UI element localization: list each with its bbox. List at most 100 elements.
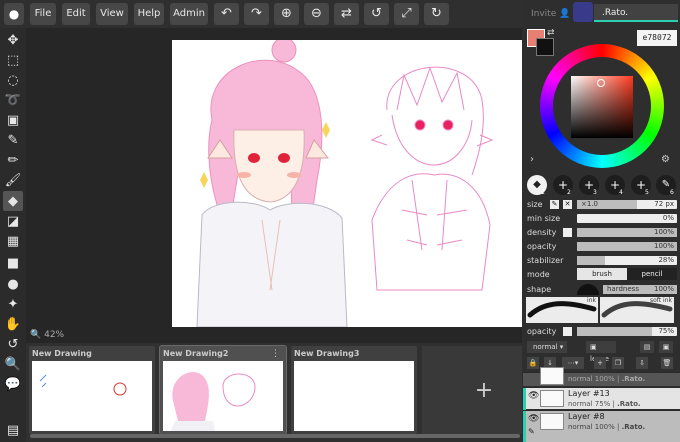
secondary-color-swatch[interactable] [536, 38, 554, 56]
min-size-slider[interactable]: 0% [577, 214, 677, 223]
flip-icon[interactable]: ⇄ [334, 3, 359, 25]
tip-soft-label: soft ink [649, 297, 672, 304]
user-name[interactable]: .Rato. [594, 4, 678, 22]
layer-name: Layer #13 [568, 389, 610, 398]
pressure-size-icon[interactable]: ✎ [550, 200, 559, 209]
size-value: 72 px [654, 200, 674, 208]
layer-meta: normal 100% | .Rato. [568, 423, 646, 431]
drawing-canvas[interactable] [172, 40, 522, 327]
zoom-out-icon[interactable]: ⊖ [304, 3, 329, 25]
avatar[interactable] [573, 2, 593, 22]
more-options-icon[interactable]: ⋮ [271, 349, 280, 359]
min-size-label: min size [527, 214, 561, 223]
eyedropper-icon[interactable]: ✎ [3, 130, 23, 150]
move-tool-icon[interactable]: ✥ [3, 30, 23, 50]
rotate-view-icon[interactable]: ↺ [3, 334, 23, 354]
close-icon[interactable]: ✕ [563, 200, 572, 209]
fill-bucket-icon[interactable]: ◪ [3, 211, 23, 231]
mode-pencil-button[interactable]: pencil [627, 268, 677, 280]
stabilizer-slider[interactable]: 28% [577, 256, 677, 265]
admin-menu[interactable]: Admin [170, 3, 208, 25]
hand-icon[interactable]: ✋ [3, 314, 23, 334]
new-layer-icon[interactable]: ▣ [659, 341, 673, 353]
tool-sidebar: ✥ ⬚ ◌ ➰ ▣ ✎ ✏ 🖌 ◆ ◪ ▦ ■ ● ✦ ✋ ↺ 🔍 💬 ▤ [0, 28, 26, 442]
more-icon[interactable]: ⋯▾ [562, 357, 584, 369]
rectangle-icon[interactable]: ■ [3, 253, 23, 273]
file-menu[interactable]: File [30, 3, 56, 25]
zoom-indicator: 🔍 42% [30, 330, 64, 340]
eraser-icon[interactable]: ◆ [3, 191, 23, 211]
layer-opacity-checkbox[interactable] [563, 327, 572, 336]
help-menu[interactable]: Help [134, 3, 164, 25]
mode-brush-button[interactable]: brush [577, 268, 627, 280]
invite-link[interactable]: Invite 👤 [531, 9, 570, 19]
add-layer-icon[interactable]: + [594, 357, 606, 369]
hardness-label: hardness [607, 285, 639, 293]
density-checkbox[interactable] [563, 228, 572, 237]
leave-button[interactable]: ▣ leave [586, 341, 616, 363]
layer-opacity-label: opacity [527, 327, 557, 336]
rect-select-icon[interactable]: ⬚ [3, 50, 23, 70]
blend-mode-select[interactable]: normal ▾ [527, 341, 567, 353]
drawing-card-active[interactable]: New Drawing2 ⋮ [159, 345, 287, 435]
eye-icon[interactable]: 👁 [528, 391, 539, 401]
undo-icon[interactable]: ↶ [214, 3, 239, 25]
refresh-icon[interactable]: ↻ [424, 3, 449, 25]
layer-menu-icon[interactable]: ▤ [640, 341, 654, 353]
mode-label: mode [527, 270, 550, 279]
add-user-icon: 👤 [559, 9, 571, 19]
fullscreen-icon[interactable]: ⤢ [394, 3, 419, 25]
gradient-icon[interactable]: ▦ [3, 231, 23, 251]
layer-opacity-slider[interactable]: 75% [577, 327, 677, 336]
drawing-card[interactable]: New Drawing [29, 346, 155, 434]
chevron-right-icon[interactable]: › [530, 154, 534, 165]
drawing-thumbnail [294, 361, 414, 431]
layer-row-active[interactable]: 👁 Layer #13 normal 75% | .Rato. [523, 387, 680, 410]
drawing-title: New Drawing2 [163, 349, 229, 358]
layer-thumbnail [540, 390, 564, 407]
swap-colors-icon[interactable]: ⇄ [547, 28, 555, 38]
eye-icon[interactable]: 👁 [528, 414, 539, 424]
drawing-thumbnail [163, 361, 283, 431]
redo-icon[interactable]: ↷ [244, 3, 269, 25]
duplicate-icon[interactable]: ❐ [612, 357, 624, 369]
rotate-icon[interactable]: ↺ [364, 3, 389, 25]
opacity-value: 100% [653, 242, 674, 250]
density-value: 100% [653, 228, 674, 236]
view-menu[interactable]: View [96, 3, 128, 25]
shape-icon[interactable]: ✦ [3, 294, 23, 314]
zoom-in-icon[interactable]: ⊕ [274, 3, 299, 25]
gear-icon[interactable]: ⚙ [661, 154, 670, 165]
ellipse-select-icon[interactable]: ◌ [3, 70, 23, 90]
comment-icon[interactable]: 💬 [3, 374, 23, 394]
app-logo[interactable]: ● [4, 3, 24, 25]
brush-icon[interactable]: 🖌 [3, 170, 23, 190]
drawing-card[interactable]: New Drawing3 [291, 346, 417, 434]
slot-number: 1 [541, 189, 545, 196]
hardness-slider[interactable]: hardness 100% [603, 285, 677, 294]
circle-icon[interactable]: ● [3, 274, 23, 294]
edit-menu[interactable]: Edit [62, 3, 90, 25]
drawings-scrollbar[interactable] [30, 434, 520, 438]
density-slider[interactable]: 100% [577, 228, 677, 237]
slot-number: 6 [670, 189, 674, 196]
transform-icon[interactable]: ▣ [3, 110, 23, 130]
zoom-tool-icon[interactable]: 🔍 [3, 354, 23, 374]
color-picker-handle[interactable] [597, 79, 605, 87]
layer-row[interactable]: 👁 ✎ Layer #8 normal 100% | .Rato. [523, 410, 680, 442]
hex-input[interactable]: e78072 [637, 30, 677, 46]
slot-number: 5 [645, 189, 649, 196]
stabilizer-value: 28% [658, 256, 674, 264]
brush-tip-ink[interactable]: ink [526, 297, 598, 323]
layer-meta: normal 100% | .Rato. [568, 375, 646, 383]
opacity-slider[interactable]: 100% [577, 242, 677, 251]
film-icon[interactable]: ▤ [3, 420, 23, 440]
layer-row[interactable]: normal 100% | .Rato. [523, 367, 680, 386]
merge-icon[interactable]: ⇩ [636, 357, 648, 369]
brush-tip-soft-ink[interactable]: soft ink [600, 297, 674, 323]
pencil-icon[interactable]: ✏ [3, 150, 23, 170]
size-slider[interactable]: ×1.0 72 px [577, 200, 677, 209]
trash-icon[interactable]: 🗑 [661, 357, 673, 369]
lasso-icon[interactable]: ➰ [3, 90, 23, 110]
lock-icon[interactable]: 🔒 [527, 357, 539, 369]
